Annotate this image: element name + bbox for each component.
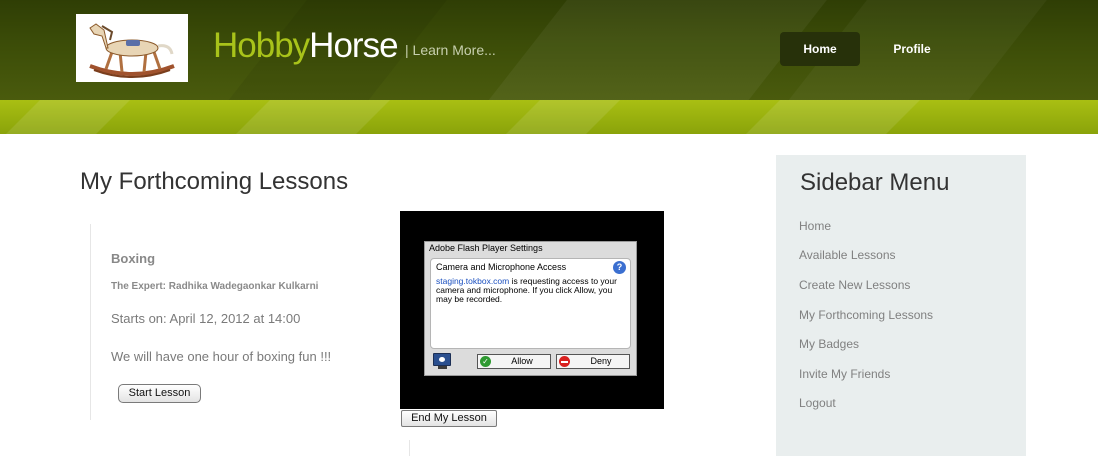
site-brand[interactable]: HobbyHorse (213, 24, 399, 68)
start-lesson-button[interactable]: Start Lesson (118, 384, 201, 403)
sidebar-item-available-lessons[interactable]: Available Lessons (799, 248, 896, 262)
nav-profile[interactable]: Profile (872, 32, 952, 66)
band-decor (220, 100, 400, 134)
band-decor (0, 100, 140, 134)
lesson-name: Boxing (111, 251, 156, 266)
lesson-divider (90, 224, 91, 420)
flash-dialog-panel: Camera and Microphone Access ? staging.t… (430, 258, 631, 349)
deny-label: Deny (590, 356, 612, 366)
lesson-expert: The Expert: Radhika Wadegaonkar Kulkarni (111, 281, 319, 292)
flash-settings-dialog: Adobe Flash Player Settings Camera and M… (424, 241, 637, 376)
deny-button[interactable]: Deny (556, 354, 630, 369)
allow-label: Allow (511, 356, 533, 366)
band-decor (490, 100, 630, 134)
end-lesson-button[interactable]: End My Lesson (401, 410, 497, 427)
band-decor (730, 100, 930, 134)
sidebar-title: Sidebar Menu (800, 169, 950, 196)
flash-dialog-title: Adobe Flash Player Settings (429, 243, 543, 253)
help-icon[interactable]: ? (613, 261, 626, 274)
sidebar-item-invite-my-friends[interactable]: Invite My Friends (799, 367, 890, 381)
site-logo[interactable] (76, 14, 188, 82)
rocking-horse-icon (89, 23, 175, 78)
content-divider (409, 440, 410, 456)
checkmark-icon: ✓ (480, 356, 491, 367)
privacy-monitor-icon[interactable] (433, 353, 451, 366)
page-title: My Forthcoming Lessons (80, 168, 349, 195)
sidebar-item-my-badges[interactable]: My Badges (799, 337, 859, 351)
sidebar-item-logout[interactable]: Logout (799, 396, 836, 410)
sidebar-item-my-forthcoming-lessons[interactable]: My Forthcoming Lessons (799, 308, 933, 322)
sidebar: Sidebar Menu Home Available Lessons Crea… (776, 155, 1026, 456)
deny-icon (559, 356, 570, 367)
monitor-stand (438, 366, 447, 369)
brand-horse: Horse (309, 26, 398, 65)
sidebar-item-create-new-lessons[interactable]: Create New Lessons (799, 278, 910, 292)
brand-hobby: Hobby (213, 26, 310, 65)
header-band (0, 100, 1098, 134)
nav-home[interactable]: Home (780, 32, 860, 66)
lesson-start-time: Starts on: April 12, 2012 at 14:00 (111, 311, 301, 326)
allow-button[interactable]: ✓ Allow (477, 354, 551, 369)
flash-dialog-message: staging.tokbox.com is requesting access … (436, 277, 628, 304)
lesson-description: We will have one hour of boxing fun !!! (111, 349, 332, 364)
learn-more-link[interactable]: | Learn More... (405, 42, 496, 58)
sidebar-item-home[interactable]: Home (799, 219, 831, 233)
flash-dialog-heading: Camera and Microphone Access (436, 262, 567, 272)
